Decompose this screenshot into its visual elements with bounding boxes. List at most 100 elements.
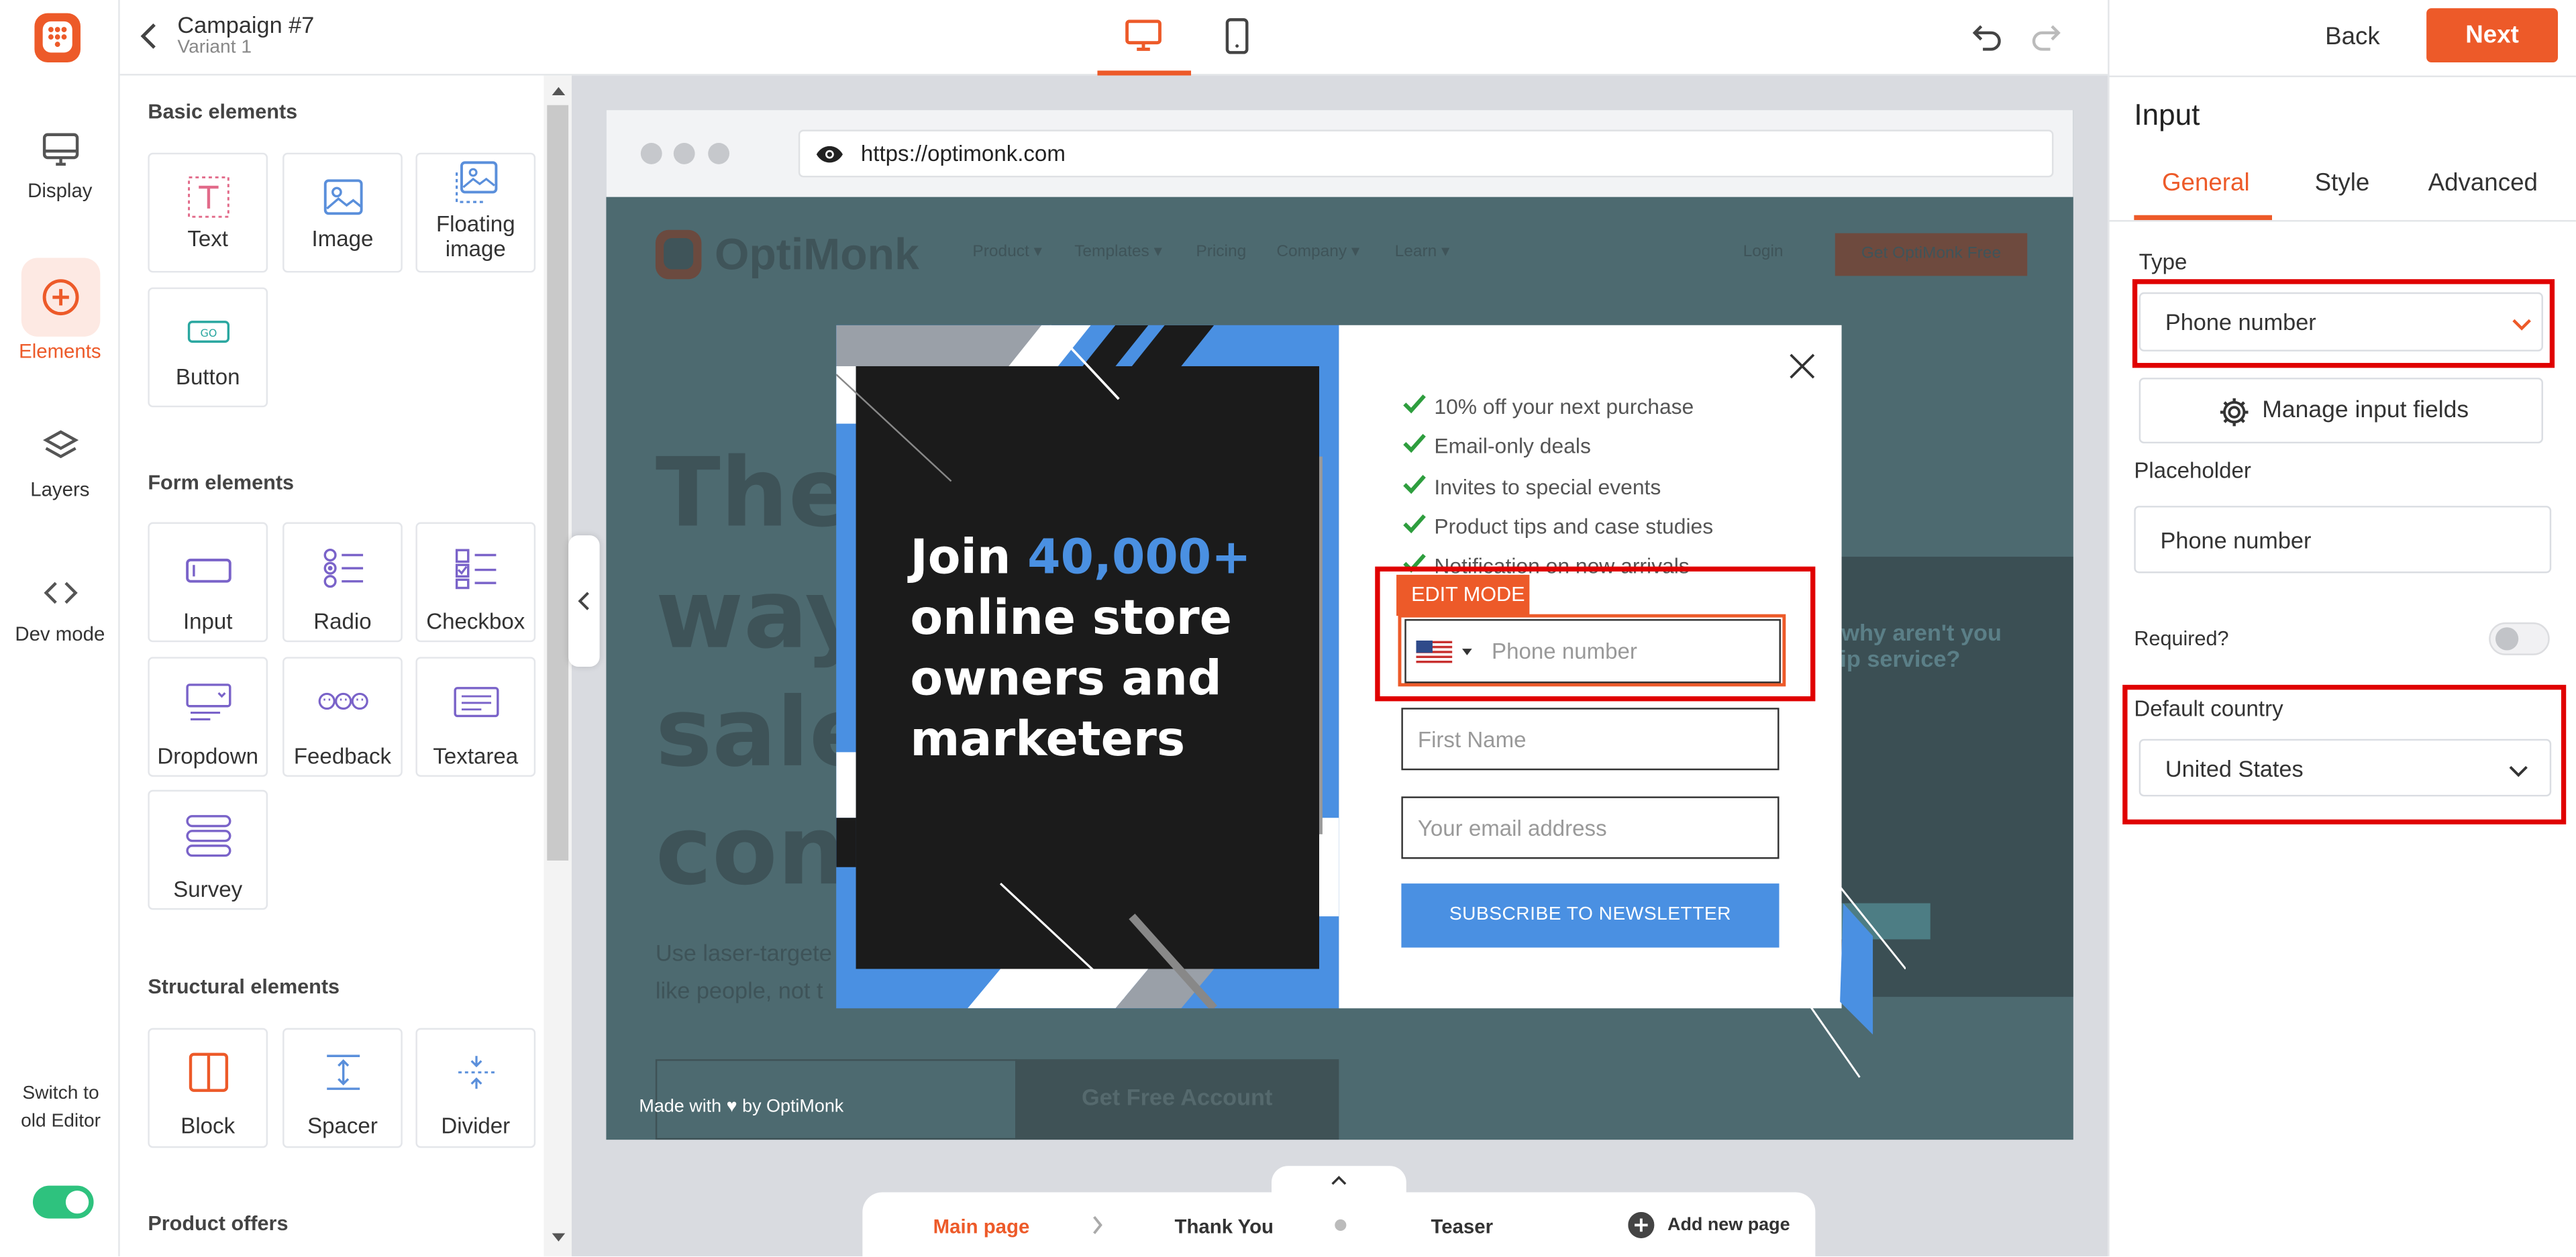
element-text[interactable]: Text [148, 152, 268, 273]
element-label: Spacer [307, 1113, 378, 1138]
pages-toggle[interactable] [1271, 1166, 1406, 1196]
inspector-title: Input [2134, 98, 2200, 131]
layers-icon [42, 430, 78, 459]
element-image[interactable]: Image [282, 152, 403, 273]
benefit-item: Product tips and case studies [1403, 514, 1713, 539]
chevron-up-icon [1331, 1176, 1347, 1185]
image-icon [323, 179, 362, 215]
email-input[interactable]: Your email address [1401, 796, 1780, 859]
tab-advanced[interactable]: Advanced [2428, 169, 2538, 197]
sidebar-item-label: Layers [30, 478, 90, 501]
radio-icon [323, 548, 362, 588]
checkbox-icon [454, 549, 496, 590]
input-icon [185, 558, 231, 583]
required-toggle[interactable] [2489, 622, 2550, 655]
benefit-item: Invites to special events [1403, 475, 1661, 499]
desktop-preview-button[interactable] [1097, 0, 1192, 76]
add-new-page-button[interactable]: Add new page [1667, 1215, 1790, 1235]
site-nav-item: Product ▾ [972, 243, 1042, 262]
collapse-panel-button[interactable] [568, 535, 600, 667]
placeholder-input[interactable]: Phone number [2134, 506, 2552, 573]
element-spacer[interactable]: Spacer [282, 1028, 403, 1148]
window-dot [673, 143, 695, 164]
url-bar: https://optimonk.com [798, 129, 2054, 178]
element-block[interactable]: Block [148, 1028, 268, 1148]
close-icon[interactable] [1778, 341, 1826, 390]
popup-corner-decor [1807, 886, 1906, 1078]
back-chevron-icon[interactable] [138, 19, 161, 52]
sidebar-item-elements[interactable]: Elements [0, 258, 120, 369]
manage-input-fields-button[interactable]: Manage input fields [2139, 378, 2543, 444]
element-floating-image[interactable]: Floating image [415, 152, 536, 273]
site-logo: OptiMonk [715, 229, 919, 280]
chevron-right-icon [1093, 1215, 1102, 1234]
redo-icon[interactable] [2029, 21, 2062, 51]
switch-old-editor-label: Switch to old Editor [21, 1083, 101, 1131]
element-radio[interactable]: Radio [282, 522, 403, 643]
dot-icon [1335, 1219, 1347, 1232]
old-editor-toggle[interactable] [32, 1185, 94, 1219]
element-label: Image [311, 226, 374, 252]
tab-style[interactable]: Style [2315, 169, 2370, 197]
element-feedback[interactable]: Feedback [282, 657, 403, 777]
benefit-text: Email-only deals [1434, 433, 1591, 459]
monitor-icon [42, 133, 79, 166]
element-label: Survey [173, 877, 243, 902]
sidebar-item-display[interactable]: Display [0, 128, 120, 202]
product-offers-title: Product offers [148, 1211, 289, 1236]
plus-circle-icon [42, 279, 79, 316]
check-icon [1403, 433, 1426, 453]
hero-paragraph: Use laser-targete [655, 939, 832, 966]
divider [2108, 75, 2576, 78]
sidebar-item-layers[interactable]: Layers [0, 424, 120, 501]
hero-line: The [655, 437, 854, 549]
tab-general[interactable]: General [2162, 169, 2250, 197]
tab-teaser[interactable]: Teaser [1431, 1215, 1493, 1238]
annotation-highlight [2132, 279, 2555, 368]
block-icon [188, 1052, 227, 1092]
tab-thank-you[interactable]: Thank You [1175, 1215, 1274, 1238]
first-name-input[interactable]: First Name [1401, 708, 1780, 771]
optimonk-logo[interactable] [32, 10, 87, 66]
element-button[interactable]: GO Button [148, 287, 268, 408]
placeholder-label: Placeholder [2134, 458, 2251, 483]
next-button[interactable]: Next [2426, 8, 2559, 63]
benefit-item: Email-only deals [1403, 433, 1591, 459]
text-icon [187, 176, 229, 218]
element-checkbox[interactable]: Checkbox [415, 522, 536, 643]
back-button[interactable]: Back [2297, 11, 2408, 62]
panel-scrollbar-thumb[interactable] [547, 105, 569, 861]
benefit-text: 10% off your next purchase [1434, 394, 1694, 419]
element-input[interactable]: Input [148, 522, 268, 643]
variant-label: Variant 1 [177, 38, 252, 58]
sidebar-item-label: Elements [19, 339, 101, 364]
element-textarea[interactable]: Textarea [415, 657, 536, 777]
code-icon [43, 582, 77, 604]
scroll-down-arrow-icon[interactable] [550, 1232, 566, 1245]
button-icon: GO [187, 321, 229, 343]
element-survey[interactable]: Survey [148, 789, 268, 910]
mobile-icon [1225, 18, 1249, 54]
headline-line: owners and [910, 650, 1222, 706]
desktop-icon [1125, 19, 1162, 51]
campaign-title: Campaign #7 [177, 11, 315, 38]
window-dot [708, 143, 730, 164]
headline-line: online store [910, 589, 1232, 646]
gear-icon [2220, 398, 2249, 427]
site-login: Login [1743, 243, 1784, 262]
mobile-preview-button[interactable] [1216, 0, 1262, 76]
tab-main-page[interactable]: Main page [933, 1215, 1030, 1238]
site-cta: Get OptiMonk Free [1835, 233, 2028, 276]
element-divider[interactable]: Divider [415, 1028, 536, 1148]
sidebar-item-dev-mode[interactable]: Dev mode [0, 571, 120, 645]
undo-icon[interactable] [1971, 21, 2004, 51]
element-label: Floating image [435, 211, 515, 262]
scroll-up-arrow-icon[interactable] [550, 84, 566, 97]
element-dropdown[interactable]: Dropdown [148, 657, 268, 777]
chevron-left-icon [578, 592, 589, 610]
hero-line: way [655, 558, 868, 670]
subscribe-button[interactable]: SUBSCRIBE TO NEWSLETTER [1401, 883, 1780, 948]
eye-icon [816, 146, 843, 163]
element-label: Block [181, 1113, 236, 1138]
annotation-highlight [1375, 566, 1816, 702]
